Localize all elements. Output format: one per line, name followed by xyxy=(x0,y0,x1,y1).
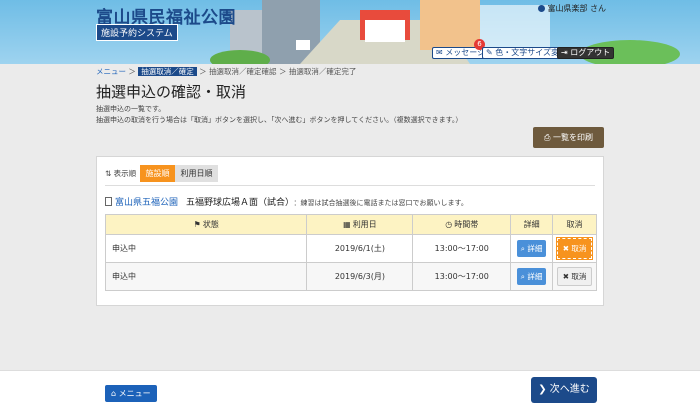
court-name: 五福野球広場Ａ面（試合） xyxy=(186,198,290,208)
cancel-toggle-selected[interactable]: ✖ 取消 xyxy=(555,237,594,260)
table-header-row: ⚑ 状態 ▦ 利用日 ◷ 時間帯 詳細 取消 xyxy=(104,214,597,235)
header-banner: 富山県民福祉公園 施設予約システム 富山県楽部 さん ✉ メッセージ 6 ✎ 色… xyxy=(0,0,700,64)
header-status: ⚑ 状態 xyxy=(104,214,308,235)
calendar-icon: ▦ xyxy=(343,220,351,229)
breadcrumb-menu[interactable]: メニュー xyxy=(96,67,126,76)
reservation-table: ⚑ 状態 ▦ 利用日 ◷ 時間帯 詳細 取消 申込中 2019/6/1(土) 13:0… xyxy=(104,214,597,291)
user-name: 富山県楽部 さん xyxy=(547,4,606,13)
detail-button[interactable]: ⌕ 詳細 xyxy=(516,240,547,257)
description-line-1: 抽選申込の一覧です。 xyxy=(96,105,166,113)
print-icon: ⎙ xyxy=(544,133,553,142)
user-icon xyxy=(538,5,546,12)
breadcrumb-sep-2: ＞ xyxy=(199,67,207,76)
menu-label: メニュー xyxy=(118,389,151,398)
sort-label: ⇅ 表示順 xyxy=(105,168,136,179)
row-detail-cell: ⌕ 詳細 xyxy=(510,234,554,263)
row-time: 13:00～17:00 xyxy=(412,234,512,263)
page-title: 抽選申込の確認・取消 xyxy=(96,83,247,101)
logout-button[interactable]: ⇥ ログアウト xyxy=(557,47,615,59)
menu-button[interactable]: ⌂ メニュー xyxy=(105,385,157,402)
cancel-label: 取消 xyxy=(571,272,587,281)
breadcrumb-rest: 抽選取消／確定確認 ＞ 抽選取消／確定完了 xyxy=(209,67,357,76)
header-date-label: 利用日 xyxy=(352,220,377,229)
row-date: 2019/6/1(土) xyxy=(306,234,414,263)
logout-label: ログアウト xyxy=(570,48,611,57)
reservation-panel: ⇅ 表示順 施設順 利用日順 富山県五福公園 五福野球広場Ａ面（試合） ：練習は試合… xyxy=(96,156,604,306)
row-time: 13:00～17:00 xyxy=(412,262,512,291)
header-date: ▦ 利用日 xyxy=(306,214,414,235)
table-row: 申込中 2019/6/3(月) 13:00～17:00 ⌕ 詳細 ✖ 取消 xyxy=(104,262,597,291)
breadcrumb-current: 抽選取消／確定 xyxy=(138,67,197,76)
breadcrumb: メニュー ＞ 抽選取消／確定 ＞ 抽選取消／確定確認 ＞ 抽選取消／確定完了 xyxy=(96,66,356,77)
row-date: 2019/6/3(月) xyxy=(306,262,414,291)
page-description: 抽選申込の一覧です。 抽選申込の取消を行う場合は「取消」ボタンを選択し、「次へ進… xyxy=(96,104,462,126)
footer-bar: ⌂ メニュー ❯ 次へ進む xyxy=(0,370,700,410)
clock-icon: ◷ xyxy=(445,220,453,229)
next-label: 次へ進む xyxy=(549,384,590,395)
home-icon: ⌂ xyxy=(111,389,119,398)
detail-label: 詳細 xyxy=(527,244,543,253)
facility-heading: 富山県五福公園 五福野球広場Ａ面（試合） ：練習は試合抽選後に電話または窓口でお願い… xyxy=(105,195,468,208)
facility-note: ：練習は試合抽選後に電話または窓口でお願いします。 xyxy=(293,199,468,207)
header-detail: 詳細 xyxy=(510,214,554,235)
facility-name[interactable]: 富山県五福公園 xyxy=(115,198,178,208)
detail-label: 詳細 xyxy=(527,272,543,281)
header-status-label: 状態 xyxy=(202,220,219,229)
row-cancel-cell: ✖ 取消 xyxy=(552,234,597,263)
sort-tab-date[interactable]: 利用日順 xyxy=(175,165,218,182)
system-name-badge: 施設予約システム xyxy=(96,24,178,41)
header-time: ◷ 時間帯 xyxy=(412,214,512,235)
row-status: 申込中 xyxy=(104,262,308,291)
print-label: 一覧を印刷 xyxy=(552,133,593,142)
description-line-2: 抽選申込の取消を行う場合は「取消」ボタンを選択し、「次へ進む」ボタンを押してくだ… xyxy=(96,116,463,124)
breadcrumb-sep: ＞ xyxy=(128,67,136,76)
flag-icon: ⚑ xyxy=(193,220,201,229)
row-detail-cell: ⌕ 詳細 xyxy=(510,262,554,291)
table-row: 申込中 2019/6/1(土) 13:00～17:00 ⌕ 詳細 ✖ 取消 xyxy=(104,234,597,263)
detail-button[interactable]: ⌕ 詳細 xyxy=(516,268,547,285)
row-cancel-cell: ✖ 取消 xyxy=(552,262,597,291)
arrow-right-icon: ❯ xyxy=(538,384,550,395)
row-status: 申込中 xyxy=(104,234,308,263)
header-cancel: 取消 xyxy=(552,214,597,235)
sort-label-text: 表示順 xyxy=(113,169,137,178)
sort-tab-facility[interactable]: 施設順 xyxy=(140,165,175,182)
building-icon xyxy=(105,197,112,206)
print-list-button[interactable]: ⎙ 一覧を印刷 xyxy=(533,127,604,148)
cancel-label: 取消 xyxy=(571,244,587,253)
sort-icon: ⇅ xyxy=(105,169,114,178)
header-time-label: 時間帯 xyxy=(454,220,479,229)
user-info: 富山県楽部 さん xyxy=(538,3,606,14)
cancel-toggle[interactable]: ✖ 取消 xyxy=(556,267,593,286)
next-button[interactable]: ❯ 次へ進む xyxy=(531,377,597,403)
divider xyxy=(105,185,595,186)
